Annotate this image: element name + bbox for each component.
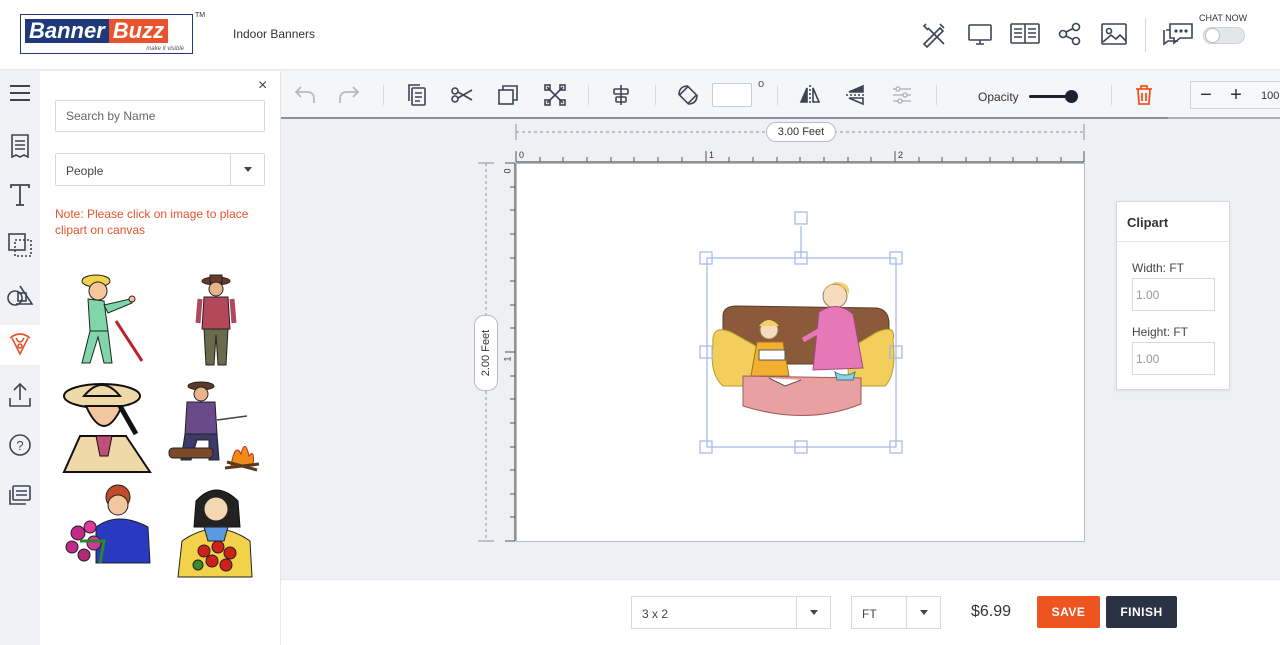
bottom-bar: 3 x 2 FT $6.99 SAVE FINISH [281,579,1280,645]
price-label: $6.99 [971,603,1012,620]
toolbar-separator [588,85,589,105]
bannerbuzz-logo[interactable]: Banner Buzz make it visible [20,14,193,54]
toolbar-underline [281,117,1168,119]
width-label: Width: FT [1132,261,1185,275]
ruler-x-0: 0 [519,150,525,160]
ruler-x-1: 1 [709,150,715,160]
search-input[interactable] [55,100,265,132]
chevron-down-icon[interactable] [906,597,940,628]
ruler-y-1: 1 [502,356,513,362]
logo-banner-text: Banner [25,19,109,43]
header-separator [1145,18,1146,52]
toolbar-separator [936,85,937,105]
backgrounds-icon[interactable] [0,225,40,265]
category-select[interactable]: People [55,153,265,186]
logo-trademark: TM [195,12,206,19]
clipart-panel: × People Note: Please click on image to … [40,71,281,645]
width-dimension-label: 3.00 Feet [766,122,836,142]
chevron-down-icon[interactable] [230,154,264,185]
zoom-control: − + 100 [1190,81,1280,109]
templates-icon[interactable] [0,126,40,166]
svg-text:?: ? [16,438,23,453]
clipart-cowboy-portrait[interactable] [60,376,152,474]
remove-selection-icon[interactable] [543,83,567,107]
clipart-icon[interactable] [0,325,40,365]
clipart-woman-with-flowers[interactable] [60,481,152,579]
height-label: Height: FT [1132,325,1189,339]
degree-symbol: o [758,78,765,90]
tool-rail: ? [0,71,40,645]
clipart-panel-title: Clipart [1117,202,1229,242]
zoom-out-button[interactable]: − [1195,85,1217,107]
page-title: Indoor Banners [233,27,316,41]
clipart-woman-with-roses[interactable] [168,481,260,579]
help-icon[interactable]: ? [0,425,40,465]
upload-icon[interactable] [0,375,40,415]
paste-icon[interactable] [405,83,429,107]
shapes-icon[interactable] [0,275,40,315]
delete-icon[interactable] [1132,83,1156,107]
image-icon[interactable] [1100,20,1128,48]
size-value: 3 x 2 [642,607,669,621]
layers-icon[interactable] [0,475,40,515]
close-icon[interactable]: × [258,78,267,94]
align-center-icon[interactable] [609,83,633,107]
chevron-down-icon[interactable] [796,597,830,628]
height-dimension-label: 2.00 Feet [474,315,498,391]
ruler-x-2: 2 [898,150,904,160]
toolbar-separator [655,85,656,105]
flip-horizontal-icon[interactable] [798,83,822,107]
category-value: People [66,164,104,178]
chat-now-label: CHAT NOW [1199,13,1248,23]
zoom-value: 100 [1261,90,1280,102]
header: Banner Buzz make it visible TM Indoor Ba… [0,0,1280,70]
toolbar-separator [383,85,384,105]
clipart-properties-panel: Clipart Width: FT Height: FT [1116,201,1230,390]
undo-icon[interactable] [293,83,317,107]
logo-tagline: make it visible [146,46,184,52]
design-tools-icon[interactable] [920,20,948,48]
zoom-in-button[interactable]: + [1225,85,1247,107]
size-select[interactable]: 3 x 2 [631,596,831,629]
logo-buzz-text: Buzz [108,19,169,43]
finish-button[interactable]: FINISH [1106,596,1177,628]
selected-clipart[interactable] [517,164,1086,543]
redo-icon[interactable] [337,83,361,107]
design-stage: 0 1 2 0 1 3.00 Feet 2.00 Feet Clipart Wi… [281,121,1280,579]
unit-select[interactable]: FT [851,596,941,629]
placement-note: Note: Please click on image to place cli… [55,207,249,237]
share-icon[interactable] [1056,20,1084,48]
chat-toggle-knob [1205,28,1220,43]
rotation-input[interactable] [712,83,752,107]
save-button[interactable]: SAVE [1037,596,1100,628]
duplicate-icon[interactable] [496,83,520,107]
height-field[interactable] [1132,342,1215,375]
clipart-man-by-campfire[interactable] [165,376,260,474]
chat-icon[interactable] [1162,20,1194,48]
opacity-label: Opacity [978,90,1019,104]
menu-icon[interactable] [0,73,40,113]
flip-vertical-icon[interactable] [844,83,868,107]
unit-value: FT [862,607,877,621]
ruler-y-0: 0 [502,168,513,174]
opacity-slider-handle[interactable] [1065,90,1078,103]
adjust-sliders-icon[interactable] [890,83,914,107]
toolbar-separator [777,85,778,105]
toolbar-separator [1111,85,1112,105]
width-field[interactable] [1132,278,1215,311]
clipart-man-with-cane[interactable] [60,271,152,369]
product-info-icon[interactable] [1010,20,1040,48]
rotate-icon[interactable] [676,83,700,107]
design-canvas[interactable] [516,163,1085,542]
logo-wordmark: Banner Buzz [25,19,188,43]
editing-toolbar: o Opacity − + 100 [281,71,1280,119]
chat-toggle[interactable] [1203,27,1245,44]
clipart-cowboy-standing[interactable] [170,271,262,369]
desktop-preview-icon[interactable] [966,20,994,48]
cut-icon[interactable] [450,83,474,107]
text-icon[interactable] [0,175,40,215]
